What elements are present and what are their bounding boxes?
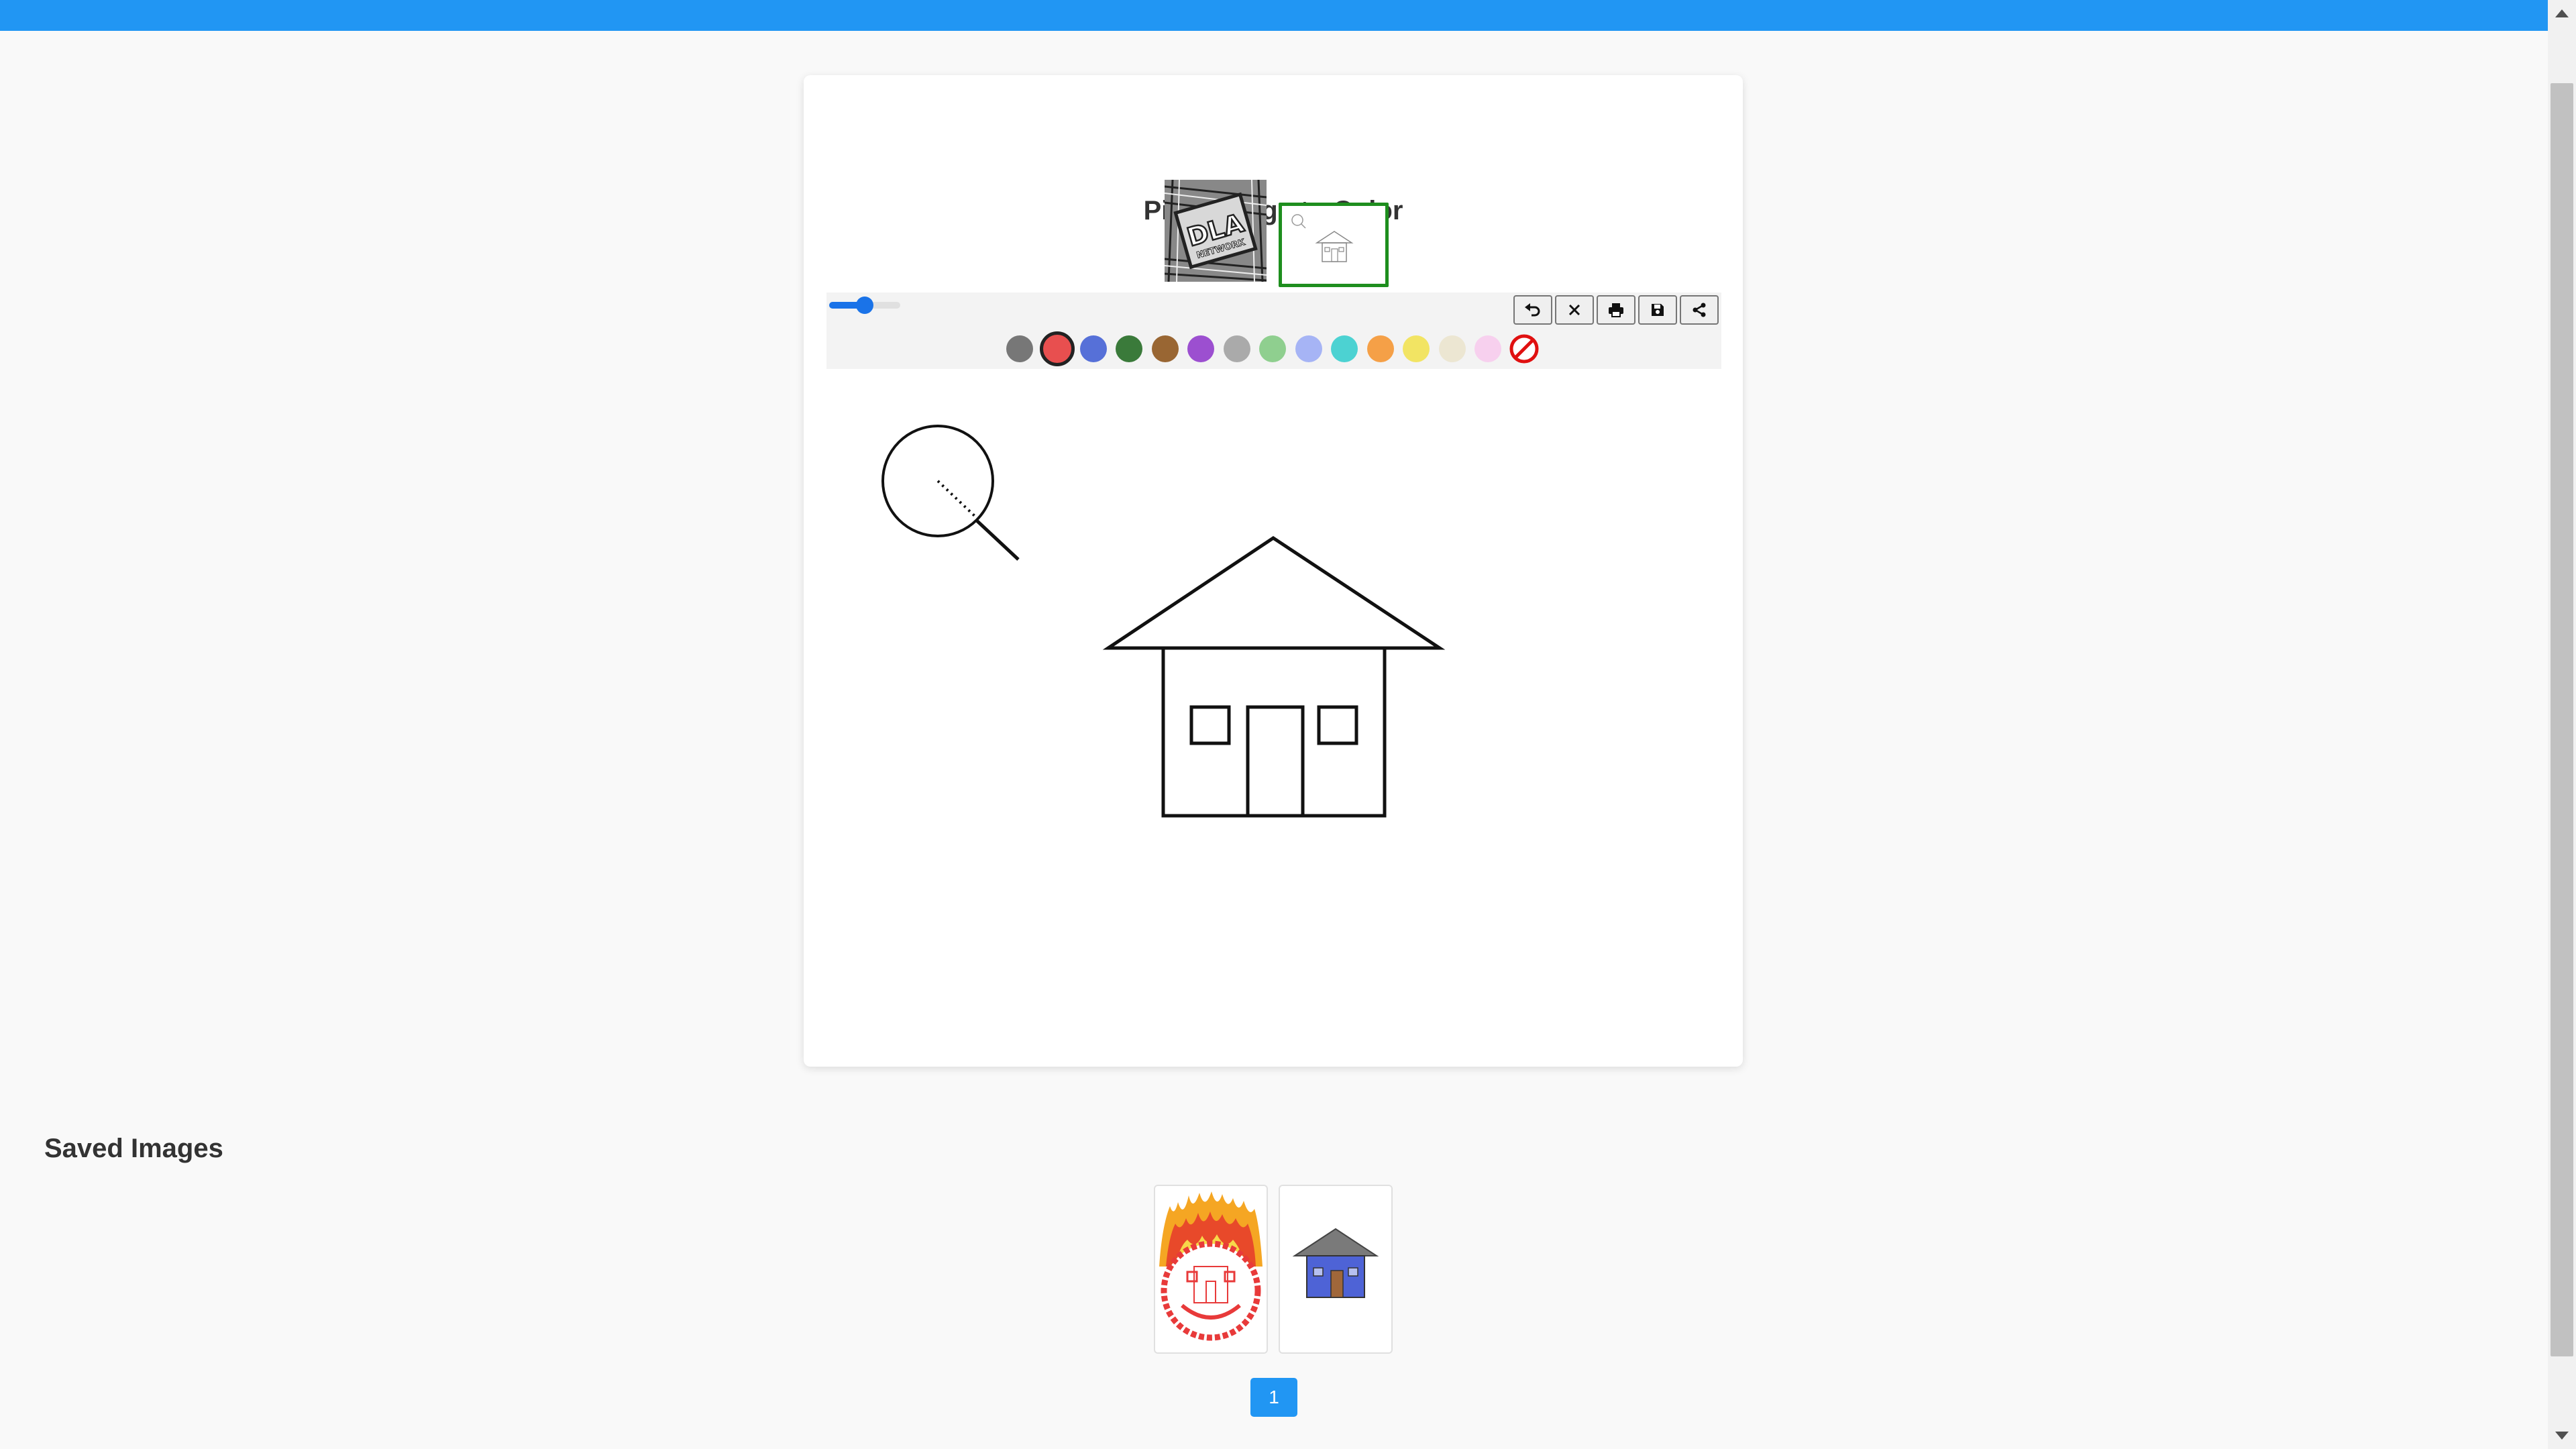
scroll-up-icon [2555, 9, 2569, 17]
close-icon [1568, 304, 1580, 316]
slider-thumb[interactable] [856, 297, 873, 314]
brush-size-slider[interactable] [829, 297, 900, 314]
color-swatch[interactable] [1006, 335, 1033, 362]
color-swatch[interactable] [1259, 335, 1286, 362]
color-swatch[interactable] [1116, 335, 1142, 362]
color-swatch[interactable] [1151, 335, 1179, 362]
page-thumb-house[interactable] [1279, 203, 1389, 287]
magnifier-icon[interactable] [881, 425, 1020, 561]
save-icon [1652, 304, 1664, 316]
color-swatch[interactable] [1438, 335, 1466, 362]
undo-button[interactable] [1513, 295, 1552, 325]
print-button[interactable] [1597, 295, 1635, 325]
color-swatch[interactable] [1331, 335, 1358, 362]
face-with-flames-image [1159, 1191, 1263, 1341]
clear-button[interactable] [1555, 295, 1594, 325]
color-swatch[interactable] [1366, 335, 1394, 362]
color-swatch[interactable] [1187, 335, 1214, 362]
color-swatch[interactable] [1474, 335, 1501, 362]
scroll-up-button[interactable] [2548, 0, 2576, 27]
no-color-icon[interactable] [1508, 333, 1540, 365]
share-button[interactable] [1680, 295, 1719, 325]
tool-buttons [1513, 295, 1719, 325]
saved-image-face[interactable] [1154, 1185, 1268, 1354]
scrollbar[interactable] [2548, 0, 2576, 1449]
color-swatch[interactable] [1403, 335, 1430, 362]
color-swatch[interactable] [1039, 331, 1075, 366]
color-palette [1006, 331, 1540, 366]
blue-house-image [1292, 1228, 1379, 1298]
print-icon [1609, 303, 1623, 317]
color-swatch[interactable] [1079, 335, 1107, 362]
scroll-down-icon [2555, 1432, 2569, 1440]
color-swatch[interactable] [1223, 335, 1250, 362]
dla-network-logo: DLA NETWORK [1164, 179, 1267, 282]
scroll-down-button[interactable] [2548, 1422, 2576, 1449]
drawing-canvas[interactable] [826, 376, 1721, 1051]
pagination-page-button[interactable]: 1 [1250, 1378, 1297, 1417]
house-outline-icon [1291, 214, 1354, 262]
house-outline [1102, 535, 1446, 818]
top-app-bar [0, 0, 2548, 31]
page-thumb-dla-network[interactable]: DLA NETWORK [1164, 179, 1267, 282]
saved-images-title: Saved Images [44, 1134, 223, 1163]
undo-icon [1525, 303, 1540, 317]
scroll-thumb[interactable] [2551, 83, 2573, 1356]
share-icon [1693, 303, 1706, 317]
save-button[interactable] [1638, 295, 1677, 325]
saved-image-house[interactable] [1279, 1185, 1393, 1354]
color-swatch[interactable] [1295, 335, 1322, 362]
page-title: Pick a Page to Color [1143, 196, 1403, 225]
